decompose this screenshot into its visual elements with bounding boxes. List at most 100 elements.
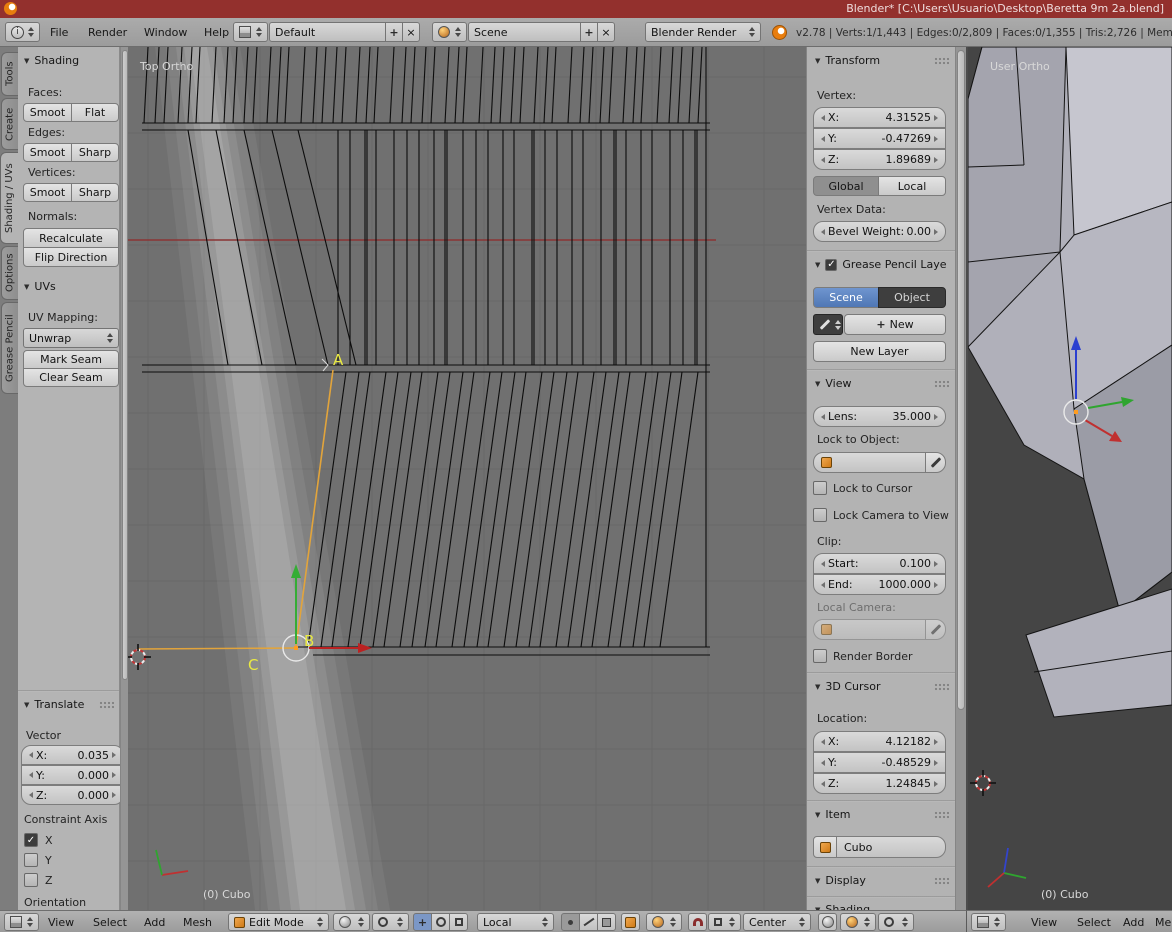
- opengl-anim-dropdown[interactable]: [840, 913, 876, 931]
- new-layer-button[interactable]: New Layer: [813, 341, 946, 362]
- panel-drag-dots[interactable]: [934, 877, 949, 885]
- clip-start-field[interactable]: Start: 0.100: [813, 553, 946, 574]
- menu-select[interactable]: Select: [93, 916, 127, 929]
- vertex-y-field[interactable]: Y: -0.47269: [813, 128, 946, 149]
- lock-object-field[interactable]: [813, 452, 926, 473]
- menu-mesh-truncated[interactable]: Me: [1155, 916, 1171, 929]
- panel-drag-dots[interactable]: [934, 57, 949, 65]
- matcap-dropdown[interactable]: [646, 913, 682, 931]
- menu-add[interactable]: Add: [1123, 916, 1144, 929]
- menu-view[interactable]: View: [48, 916, 74, 929]
- mode-dropdown[interactable]: Edit Mode: [228, 913, 329, 931]
- tab-create[interactable]: Create: [1, 98, 18, 150]
- editor-type-selector[interactable]: [971, 913, 1006, 931]
- translate-x-field[interactable]: X: 0.035: [21, 745, 124, 765]
- panel-header-3d-cursor[interactable]: ▼ 3D Cursor: [815, 680, 881, 693]
- grease-scene-tab[interactable]: Scene: [813, 287, 879, 308]
- screen-layout-name-field[interactable]: Default: [269, 22, 386, 42]
- panel-header-translate[interactable]: ▼ Translate: [24, 698, 84, 711]
- local-toggle-button[interactable]: Local: [878, 176, 946, 196]
- grease-data-dropdown[interactable]: [813, 314, 843, 335]
- menu-select[interactable]: Select: [1077, 916, 1111, 929]
- vertex-x-field[interactable]: X: 4.31525: [813, 107, 946, 128]
- bevel-weight-field[interactable]: Bevel Weight: 0.00: [813, 221, 946, 242]
- manipulator-scale-button[interactable]: [449, 913, 468, 931]
- cursor-y-field[interactable]: Y: -0.48529: [813, 752, 946, 773]
- render-engine-selector[interactable]: Blender Render: [645, 22, 761, 42]
- mark-seam-button[interactable]: Mark Seam: [23, 350, 119, 369]
- editor-type-selector[interactable]: i: [5, 22, 40, 42]
- edges-sharp-button[interactable]: Sharp: [71, 143, 119, 162]
- render-border-checkbox[interactable]: [813, 649, 827, 663]
- faces-flat-button[interactable]: Flat: [71, 103, 119, 122]
- select-mode-face-button[interactable]: [597, 913, 616, 931]
- vertices-smooth-button[interactable]: Smoot: [23, 183, 72, 202]
- panel-drag-dots[interactable]: [934, 380, 949, 388]
- toolshelf-scrollbar[interactable]: [120, 47, 128, 910]
- local-camera-eyedropper-button[interactable]: [925, 619, 946, 640]
- panel-drag-dots[interactable]: [934, 683, 949, 691]
- tab-shading-uvs[interactable]: Shading / UVs: [0, 152, 18, 244]
- panel-header-view[interactable]: ▼ View: [815, 377, 852, 390]
- menu-add[interactable]: Add: [144, 916, 165, 929]
- vertex-z-field[interactable]: Z: 1.89689: [813, 149, 946, 170]
- scene-add-button[interactable]: +: [580, 22, 598, 42]
- limit-to-visible-button[interactable]: [621, 913, 640, 931]
- tab-grease-pencil[interactable]: Grease Pencil: [1, 302, 18, 394]
- select-mode-vertex-button[interactable]: [561, 913, 580, 931]
- menu-mesh[interactable]: Mesh: [183, 916, 212, 929]
- manipulator-rotate-button[interactable]: [431, 913, 450, 931]
- constraint-y-checkbox[interactable]: [24, 853, 38, 867]
- screen-layout-browse-button[interactable]: [233, 22, 268, 42]
- translate-y-field[interactable]: Y: 0.000: [21, 765, 124, 785]
- local-camera-field[interactable]: [813, 619, 926, 640]
- lens-field[interactable]: Lens: 35.000: [813, 406, 946, 427]
- item-object-icon-button[interactable]: [813, 836, 837, 858]
- menu-help[interactable]: Help: [204, 26, 229, 39]
- snap-toggle-button[interactable]: [688, 913, 707, 931]
- grease-pencil-checkbox[interactable]: ✓: [825, 259, 837, 271]
- unwrap-dropdown[interactable]: Unwrap: [23, 328, 119, 348]
- global-toggle-button[interactable]: Global: [813, 176, 879, 196]
- panel-drag-dots[interactable]: [99, 701, 114, 709]
- n-panel-scrollbar[interactable]: [955, 47, 966, 910]
- panel-header-grease-pencil[interactable]: ▼ ✓ Grease Pencil Laye: [815, 258, 946, 271]
- edges-smooth-button[interactable]: Smoot: [23, 143, 72, 162]
- pivot-point-dropdown[interactable]: [372, 913, 409, 931]
- menu-window[interactable]: Window: [144, 26, 187, 39]
- screen-layout-add-button[interactable]: +: [385, 22, 403, 42]
- panel-drag-dots[interactable]: [934, 811, 949, 819]
- viewport-shading-dropdown[interactable]: [333, 913, 370, 931]
- scene-delete-button[interactable]: ×: [597, 22, 615, 42]
- cursor-z-field[interactable]: Z: 1.24845: [813, 773, 946, 794]
- panel-header-transform[interactable]: ▼ Transform: [815, 54, 880, 67]
- cursor-x-field[interactable]: X: 4.12182: [813, 731, 946, 752]
- select-mode-edge-button[interactable]: [579, 913, 598, 931]
- tab-options[interactable]: Options: [1, 246, 18, 300]
- editor-type-selector[interactable]: [4, 913, 39, 931]
- panel-header-uvs[interactable]: ▼ UVs: [24, 280, 56, 293]
- menu-view[interactable]: View: [1031, 916, 1057, 929]
- grease-object-tab[interactable]: Object: [878, 287, 946, 308]
- panel-header-shading-2[interactable]: ▼ Shading: [815, 903, 870, 910]
- constraint-z-checkbox[interactable]: [24, 873, 38, 887]
- snap-target-dropdown[interactable]: Center: [743, 913, 811, 931]
- n-panel-scrollbar-thumb[interactable]: [957, 50, 965, 710]
- flip-direction-button[interactable]: Flip Direction: [23, 247, 119, 267]
- panel-header-item[interactable]: ▼ Item: [815, 808, 850, 821]
- faces-smooth-button[interactable]: Smoot: [23, 103, 72, 122]
- clip-end-field[interactable]: End: 1000.000: [813, 574, 946, 595]
- panel-header-display[interactable]: ▼ Display: [815, 874, 866, 887]
- panel-header-shading[interactable]: ▼ Shading: [24, 54, 79, 67]
- scene-name-field[interactable]: Scene: [468, 22, 581, 42]
- secondary-viewport-3d[interactable]: [968, 47, 1172, 910]
- menu-file[interactable]: File: [50, 26, 68, 39]
- vertices-sharp-button[interactable]: Sharp: [71, 183, 119, 202]
- lock-to-cursor-checkbox[interactable]: [813, 481, 827, 495]
- snap-element-dropdown[interactable]: [708, 913, 741, 931]
- tab-tools[interactable]: Tools: [1, 52, 18, 96]
- proportional-edit-dropdown[interactable]: [878, 913, 914, 931]
- scene-browse-button[interactable]: [432, 22, 467, 42]
- eyedropper-button[interactable]: [925, 452, 946, 473]
- constraint-x-checkbox[interactable]: ✓: [24, 833, 38, 847]
